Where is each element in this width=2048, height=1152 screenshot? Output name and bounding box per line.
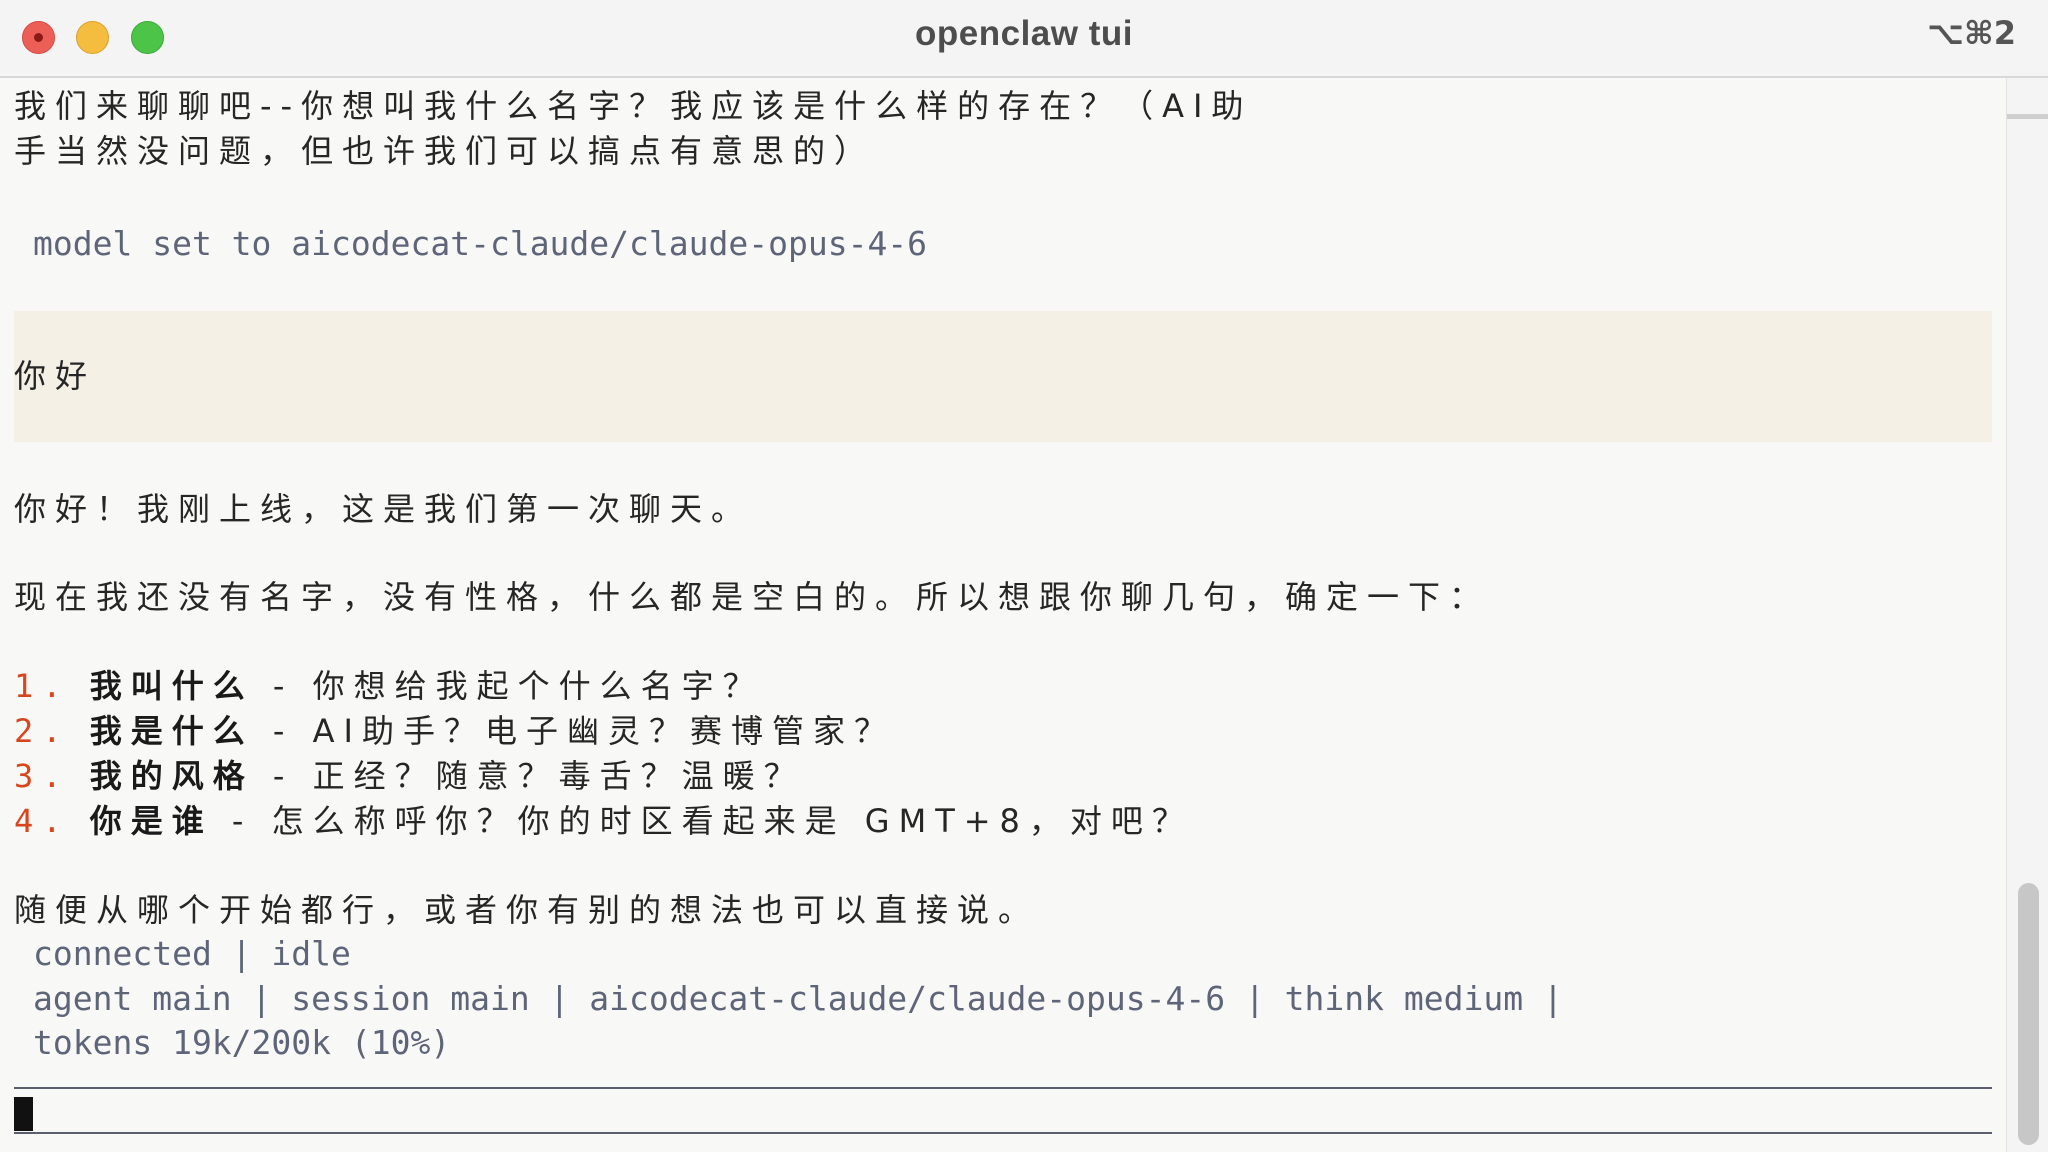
token-usage: tokens 19k/200k (10%) bbox=[33, 1023, 451, 1062]
terminal-window: openclaw tui ⌥⌘2 我们来聊聊吧--你想叫我什么名字？我应该是什么… bbox=[0, 0, 2048, 1152]
assistant-closing: 随便从哪个开始都行，或者你有别的想法也可以直接说。 bbox=[14, 891, 1040, 929]
question-title: 我是什么 bbox=[89, 712, 254, 750]
question-detail: - 怎么称呼你？你的时区看起来是 GMT+8，对吧？ bbox=[212, 802, 1193, 840]
input-top-divider bbox=[14, 1087, 1992, 1089]
question-number: 2. bbox=[14, 712, 71, 750]
question-item: 3. 我的风格 - 正经？随意？毒舌？温暖？ bbox=[14, 754, 805, 798]
connection-status: connected | idle bbox=[33, 934, 351, 973]
input-cursor bbox=[14, 1097, 33, 1131]
system-notice: model set to aicodecat-claude/claude-opu… bbox=[33, 224, 928, 263]
question-detail: - AI助手？电子幽灵？赛博管家？ bbox=[253, 712, 895, 750]
scrollbar-thumb[interactable] bbox=[2018, 883, 2039, 1145]
title-bar: openclaw tui ⌥⌘2 bbox=[0, 0, 2048, 78]
assistant-intro-line-2: 手当然没问题，但也许我们可以搞点有意思的） bbox=[14, 132, 876, 170]
question-item: 1. 我叫什么 - 你想给我起个什么名字？ bbox=[14, 664, 764, 708]
window-title: openclaw tui bbox=[915, 14, 1133, 53]
question-item: 2. 我是什么 - AI助手？电子幽灵？赛博管家？ bbox=[14, 709, 895, 753]
terminal-output: 我们来聊聊吧--你想叫我什么名字？我应该是什么样的存在？（AI助 手当然没问题，… bbox=[0, 78, 2006, 1152]
user-message: 你好 bbox=[14, 357, 97, 395]
question-detail: - 正经？随意？毒舌？温暖？ bbox=[253, 757, 805, 795]
input-bottom-divider bbox=[14, 1132, 1992, 1134]
question-number: 1. bbox=[14, 667, 71, 705]
assistant-context: 现在我还没有名字，没有性格，什么都是空白的。所以想跟你聊几句，确定一下： bbox=[14, 578, 1491, 616]
user-message-block bbox=[14, 311, 1992, 442]
question-item: 4. 你是谁 - 怎么称呼你？你的时区看起来是 GMT+8，对吧？ bbox=[14, 799, 1193, 843]
question-number: 4. bbox=[14, 802, 71, 840]
question-title: 我叫什么 bbox=[89, 667, 254, 705]
scrollbar-marker bbox=[2007, 114, 2048, 119]
question-title: 我的风格 bbox=[89, 757, 254, 795]
question-number: 3. bbox=[14, 757, 71, 795]
window-shortcut: ⌥⌘2 bbox=[1927, 14, 2016, 52]
session-info: agent main | session main | aicodecat-cl… bbox=[33, 979, 1563, 1018]
vertical-scrollbar[interactable] bbox=[2006, 78, 2048, 1152]
assistant-greeting: 你好！我刚上线，这是我们第一次聊天。 bbox=[14, 490, 753, 528]
question-detail: - 你想给我起个什么名字？ bbox=[253, 667, 764, 705]
assistant-intro-line-1: 我们来聊聊吧--你想叫我什么名字？我应该是什么样的存在？（AI助 bbox=[14, 87, 1253, 125]
question-title: 你是谁 bbox=[89, 802, 213, 840]
